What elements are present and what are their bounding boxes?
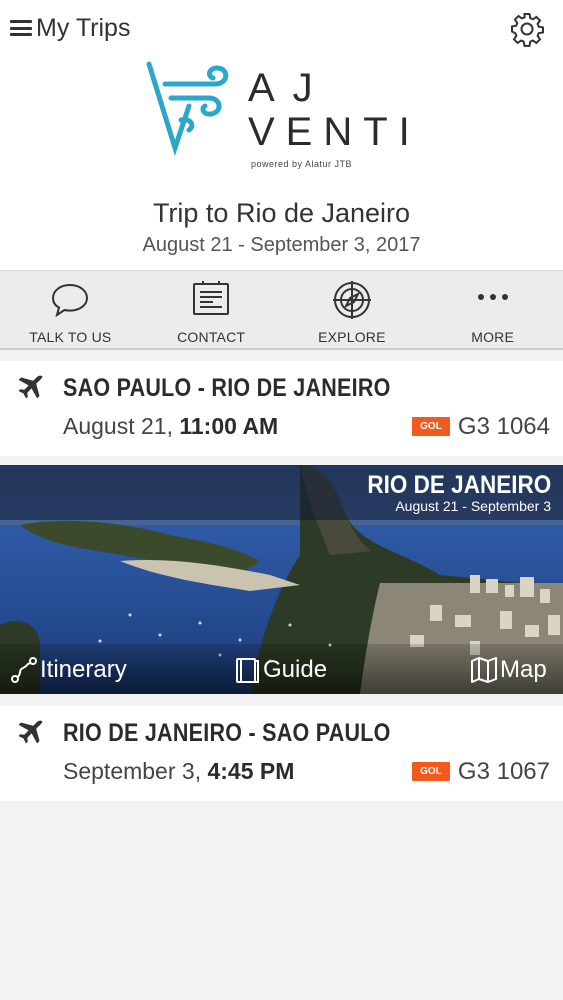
top-bar: My Trips: [0, 0, 563, 58]
destination-city: RIO DE JANEIRO: [367, 471, 551, 499]
trip-dates: August 21 - September 3, 2017: [142, 234, 421, 256]
guide-label: Guide: [263, 656, 328, 683]
destination-dates: August 21 - September 3: [395, 498, 551, 514]
flight-number: G3 1067: [457, 758, 550, 785]
flight-datetime: August 21, 11:00 AM: [63, 413, 279, 439]
flight-datetime: September 3, 4:45 PM: [63, 758, 295, 784]
itinerary-link[interactable]: Itinerary: [10, 656, 127, 684]
map-link[interactable]: Map: [470, 656, 547, 684]
more-label: MORE: [471, 329, 515, 345]
airline-badge: GOL: [412, 417, 450, 436]
hamburger-icon: [10, 20, 32, 36]
map-icon: [471, 657, 497, 683]
my-trips-menu-button[interactable]: My Trips: [10, 12, 130, 44]
menu-title: My Trips: [36, 13, 131, 42]
itinerary-label: Itinerary: [40, 656, 127, 683]
guide-link[interactable]: Guide: [233, 656, 327, 684]
wind-logo-icon: [146, 61, 229, 157]
more-button[interactable]: MORE: [422, 271, 563, 348]
logo-line2: VENTI: [248, 110, 421, 154]
contact-card-icon: [193, 281, 230, 315]
destination-card[interactable]: RIO DE JANEIRO August 21 - September 3 I…: [0, 465, 563, 694]
map-label: Map: [500, 656, 547, 683]
flight-card[interactable]: SAO PAULO - RIO DE JANEIRO August 21, 11…: [0, 361, 563, 456]
chat-bubble-icon: [52, 283, 89, 318]
talk-to-us-button[interactable]: TALK TO US: [0, 271, 141, 348]
flight-number: G3 1064: [457, 413, 550, 440]
gear-icon[interactable]: [509, 11, 545, 47]
route-icon: [11, 657, 37, 683]
logo-line1: AJ: [248, 66, 331, 110]
contact-label: CONTACT: [177, 329, 246, 345]
explore-label: EXPLORE: [318, 329, 386, 345]
airplane-icon: [18, 375, 43, 399]
more-dots-icon: [477, 294, 508, 300]
airline-badge: GOL: [412, 762, 450, 781]
trip-header: AJ VENTI powered by Alatur JTB Trip to R…: [0, 58, 563, 270]
aj-venti-logo: AJ VENTI powered by Alatur JTB: [145, 58, 425, 176]
action-bar: TALK TO US CONTACT EXPLORE MORE: [0, 270, 563, 350]
flight-card[interactable]: RIO DE JANEIRO - SAO PAULO September 3, …: [0, 706, 563, 801]
talk-to-us-label: TALK TO US: [29, 329, 112, 345]
flight-route: SAO PAULO - RIO DE JANEIRO: [63, 374, 391, 402]
contact-button[interactable]: CONTACT: [141, 271, 282, 348]
trip-title: Trip to Rio de Janeiro: [152, 198, 411, 228]
flight-route: RIO DE JANEIRO - SAO PAULO: [63, 719, 391, 747]
explore-button[interactable]: EXPLORE: [282, 271, 423, 348]
logo-powered-by: powered by Alatur JTB: [251, 159, 353, 169]
compass-icon: [332, 281, 371, 319]
airplane-icon: [18, 720, 43, 744]
book-icon: [236, 658, 259, 683]
